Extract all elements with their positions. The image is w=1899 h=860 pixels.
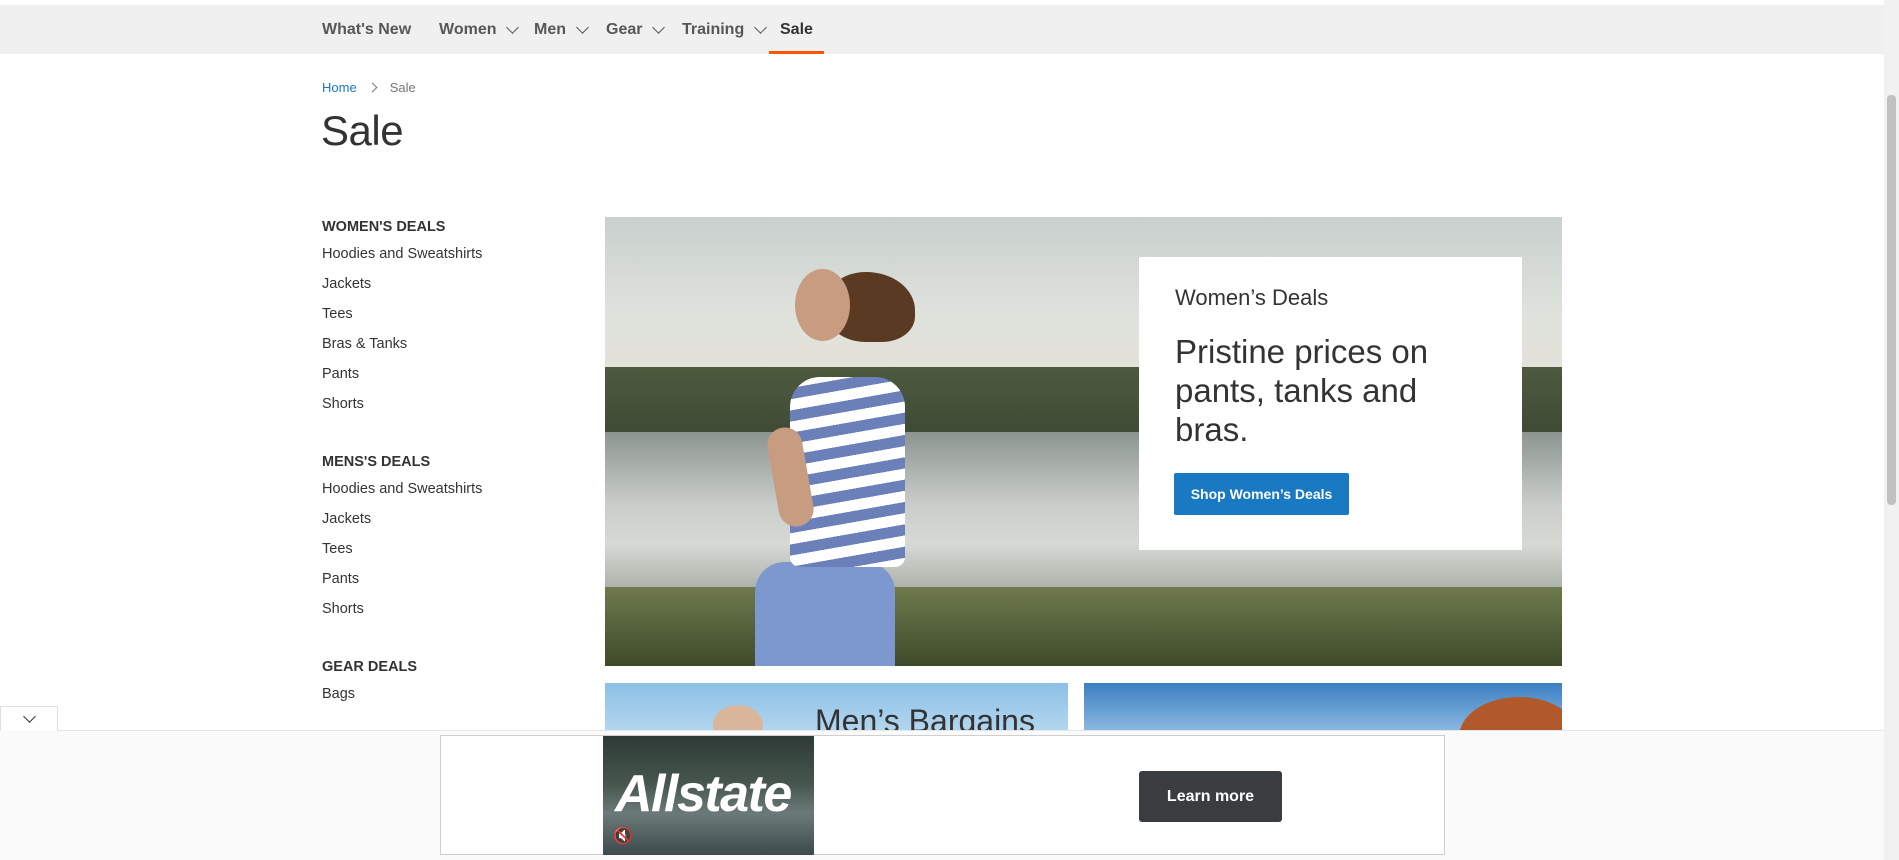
chevron-down-icon <box>576 20 589 34</box>
sidebar-link[interactable]: Shorts <box>322 597 582 627</box>
hero-promo-card: Women’s Deals Pristine prices on pants, … <box>1139 257 1522 550</box>
gear-deals-tile[interactable] <box>1084 683 1562 731</box>
sidebar-link[interactable]: Tees <box>322 537 582 567</box>
sidebar-link[interactable]: Jackets <box>322 507 582 537</box>
sidebar-link[interactable]: Pants <box>322 362 582 392</box>
nav-gear[interactable]: Gear <box>606 5 666 54</box>
scrollbar-thumb[interactable] <box>1887 95 1896 505</box>
nav-sale[interactable]: Sale <box>769 5 824 54</box>
sidebar-heading: WOMEN'S DEALS <box>322 219 446 235</box>
sidebar-heading: GEAR DEALS <box>322 659 418 675</box>
breadcrumb-home-link[interactable]: Home <box>322 80 357 95</box>
speaker-muted-icon[interactable]: 🔇 <box>613 826 633 846</box>
hero-grass <box>605 587 1562 666</box>
sale-sidebar: WOMEN'S DEALS Hoodies and Sweatshirts Ja… <box>322 218 582 743</box>
chevron-down-icon <box>22 710 36 723</box>
nav-label: Women <box>439 20 497 38</box>
nav-training[interactable]: Training <box>682 5 768 54</box>
promo-subtitle: Women’s Deals <box>1175 285 1329 310</box>
sidebar-group-gear-deals: GEAR DEALS Bags <box>322 658 582 712</box>
sidebar-link[interactable]: Bags <box>322 682 582 712</box>
nav-label: Sale <box>780 20 813 38</box>
learn-more-button[interactable]: Learn more <box>1139 771 1282 822</box>
promo-headline: Pristine prices on pants, tanks and bras… <box>1175 333 1429 448</box>
shop-womens-deals-button[interactable]: Shop Women’s Deals <box>1174 473 1349 515</box>
sidebar-link[interactable]: Jackets <box>322 272 582 302</box>
sidebar-link[interactable]: Hoodies and Sweatshirts <box>322 242 582 272</box>
chevron-down-icon <box>506 20 520 34</box>
mens-bargains-tile[interactable]: Men’s Bargains <box>605 683 1068 731</box>
chevron-down-icon <box>652 20 666 34</box>
breadcrumb: Home Sale <box>322 80 416 95</box>
chevron-down-icon <box>754 20 768 34</box>
sidebar-link[interactable]: Pants <box>322 567 582 597</box>
sidebar-group-womens-deals: WOMEN'S DEALS Hoodies and Sweatshirts Ja… <box>322 218 582 422</box>
ad-collapse-button[interactable] <box>0 706 58 731</box>
sidebar-link[interactable]: Shorts <box>322 392 582 422</box>
tile-men-figure <box>713 705 763 731</box>
nav-label: Men <box>534 20 566 38</box>
sidebar-link[interactable]: Tees <box>322 302 582 332</box>
nav-men[interactable]: Men <box>534 5 589 54</box>
nav-label: Gear <box>606 20 643 38</box>
tile-gear-figure <box>1459 697 1562 731</box>
ad-brand-logo: Allstate <box>615 765 792 823</box>
sidebar-link[interactable]: Hoodies and Sweatshirts <box>322 477 582 507</box>
runner-legs <box>755 562 895 666</box>
sidebar-heading: MENS'S DEALS <box>322 454 431 470</box>
nav-label: What's New <box>322 20 412 38</box>
breadcrumb-current: Sale <box>389 80 416 95</box>
chevron-right-icon <box>367 82 378 93</box>
page-title: Sale <box>321 107 404 154</box>
nav-label: Training <box>682 20 745 38</box>
main-navigation: What's New Women Men Gear Training Sale <box>0 5 1884 54</box>
mens-bargains-title: Men’s Bargains <box>815 703 1035 731</box>
sidebar-group-mens-deals: MENS'S DEALS Hoodies and Sweatshirts Jac… <box>322 453 582 627</box>
sidebar-link[interactable]: Bras & Tanks <box>322 332 582 362</box>
nav-women[interactable]: Women <box>439 5 520 54</box>
ad-video[interactable]: Allstate 🔇 <box>603 736 814 855</box>
nav-whats-new[interactable]: What's New <box>322 5 411 54</box>
runner-head <box>795 269 850 341</box>
ad-container[interactable] <box>440 735 1445 855</box>
